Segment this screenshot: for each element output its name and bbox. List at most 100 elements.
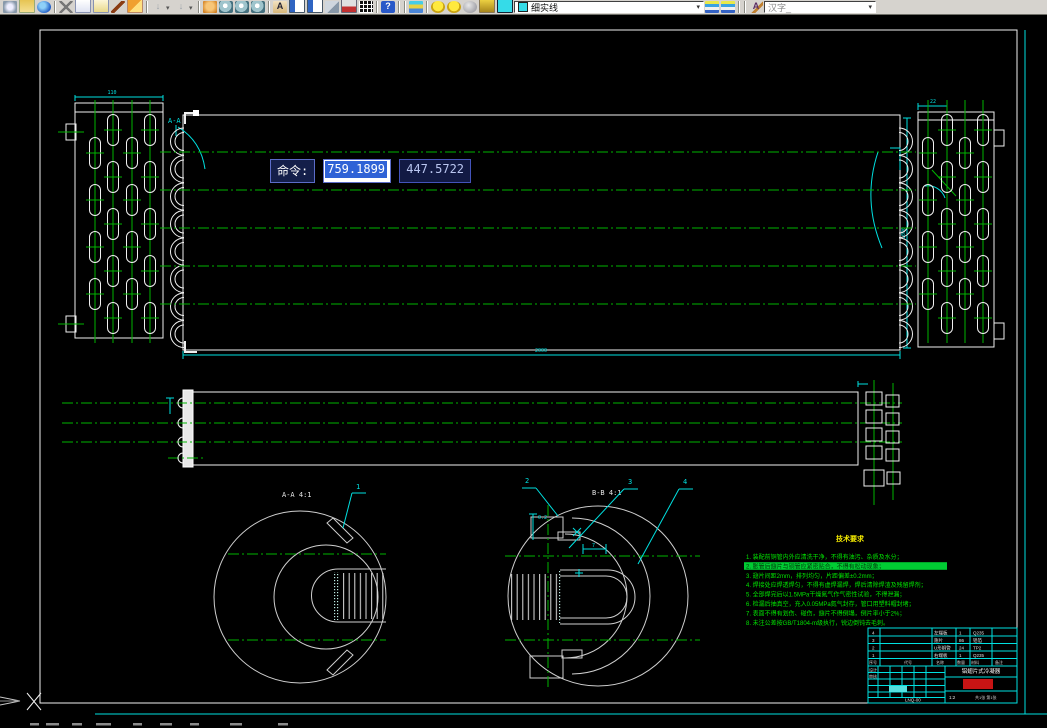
- tech-line: 1. 装配前铜管内外应清洗干净，不得有油污、杂质及水分；: [746, 553, 903, 561]
- u-bend-left: [170, 320, 185, 348]
- technical-requirements: 技术要求 1. 装配前铜管内外应清洗干净，不得有油污、杂质及水分；2. 胀管后翅…: [744, 534, 947, 627]
- u-bend-left: [170, 237, 185, 266]
- bom-header-cell: 数量: [957, 659, 965, 665]
- selected-cell: [889, 686, 907, 692]
- bom-material: 铝箔: [973, 637, 982, 644]
- u-bend-right: [898, 127, 913, 156]
- tech-line: 8. 未注公差按GB/T1804-m级执行，锐边倒钝去毛刺。: [746, 619, 889, 627]
- cut-icon[interactable]: [59, 1, 73, 13]
- u-bend-right: [898, 155, 913, 183]
- y-coordinate-input[interactable]: 447.5722: [399, 159, 472, 183]
- bulb2-icon[interactable]: [447, 1, 461, 13]
- help-icon[interactable]: ?: [381, 1, 395, 13]
- pan-icon[interactable]: [203, 1, 217, 13]
- toolbar-separator: [268, 1, 270, 13]
- style-icon[interactable]: A: [749, 1, 763, 13]
- layer-combo[interactable]: 细实线 ▾: [514, 1, 704, 13]
- u-bend-left: [170, 292, 185, 321]
- toolbar-separator: [426, 1, 428, 13]
- paste-icon[interactable]: [19, 0, 35, 13]
- dropdown-caret-icon[interactable]: ▾: [868, 3, 872, 11]
- redo-icon[interactable]: ↓: [174, 1, 188, 13]
- paste2-icon[interactable]: [93, 0, 109, 13]
- undo-icon[interactable]: ↓: [151, 1, 165, 13]
- toolbar-separator: [54, 1, 56, 13]
- field-designed: 设计: [869, 667, 877, 673]
- dim-bb-wall: 0.2: [538, 515, 547, 521]
- plot-icon[interactable]: [341, 0, 357, 13]
- layer-combo-value: 细实线: [531, 2, 559, 13]
- bom-qty: 1: [959, 631, 962, 636]
- table-icon[interactable]: [359, 1, 373, 13]
- cad-drawing[interactable]: 110 A-A 2000 1000 22 A-A 4:1 1 B-B 4:1 0…: [0, 0, 1047, 728]
- find-icon[interactable]: A: [273, 1, 287, 13]
- x-coordinate-input[interactable]: 759.1899: [323, 159, 392, 183]
- style-combo-value: 汉字_: [768, 2, 792, 13]
- field-scale: 1:2: [949, 695, 956, 700]
- toolbar-separator: [198, 1, 200, 13]
- u-bend-right: [898, 320, 913, 348]
- right-endplate-view: 22: [917, 99, 1005, 348]
- bulb-icon[interactable]: [431, 1, 445, 13]
- layerstack-icon[interactable]: [705, 1, 719, 13]
- u-bend-right: [898, 292, 913, 321]
- crosshair-cursor: [26, 692, 42, 711]
- toolbar-separator: [376, 1, 378, 13]
- toolbar-separator: [398, 1, 400, 13]
- bom-material: TP2: [973, 646, 982, 651]
- field-sheet: 共1张 第1张: [975, 694, 997, 700]
- ball-icon[interactable]: [463, 1, 477, 13]
- zoomin-icon[interactable]: [219, 1, 233, 13]
- leader-4: 4: [683, 478, 687, 486]
- section-label-aa: A-A 4:1: [282, 491, 312, 499]
- tech-line: 3. 翅片间距2mm，排列均匀，片距偏差±0.2mm；: [746, 572, 878, 580]
- toolbar: ↓ ▾ ↓ ▾ A? 细实线 ▾ A 汉字_ ▾: [0, 0, 1047, 15]
- u-bend-right: [898, 237, 913, 266]
- copy-icon[interactable]: [75, 0, 91, 13]
- bom-seq: 4: [872, 631, 875, 636]
- drawing-number: LNQ-00: [905, 698, 921, 703]
- bom-material: Q235: [973, 653, 985, 658]
- layers-icon[interactable]: [409, 1, 423, 13]
- lock-icon[interactable]: [479, 0, 495, 13]
- panel-icon[interactable]: [289, 0, 305, 13]
- brush-icon[interactable]: [127, 0, 143, 13]
- bom-seq: 1: [872, 653, 875, 658]
- leader-2: 2: [525, 477, 529, 485]
- tech-line: 7. 表面不得有划伤、碰伤，翅片不得倒塌，倒片率小于2%；: [746, 609, 905, 617]
- partial-icon[interactable]: [3, 1, 17, 13]
- pen-icon[interactable]: [111, 1, 125, 13]
- bom-qty: 86: [959, 638, 965, 643]
- panel2-icon[interactable]: [307, 0, 323, 13]
- toolbar-separator: [404, 1, 406, 13]
- detail-view-bb: B-B 4:1 0.2 7 2 3 4: [505, 477, 700, 690]
- bom-name: 左端板: [934, 630, 948, 637]
- dim-side-top: 110: [107, 90, 116, 96]
- cad-application-window: ↓ ▾ ↓ ▾ A? 细实线 ▾ A 汉字_ ▾ 110 A-A 2000 10…: [0, 0, 1047, 728]
- dropdown-caret-icon[interactable]: ▾: [696, 3, 700, 11]
- bom-seq: 2: [872, 646, 875, 651]
- bom-header-cell: 备注: [995, 659, 1003, 665]
- globe-icon[interactable]: [37, 1, 51, 13]
- command-input-box: 命令: 759.1899 447.5722: [270, 159, 472, 183]
- toolbar-separator: [744, 1, 746, 13]
- dropdown-caret-icon[interactable]: ▾: [189, 4, 196, 12]
- zoomprev-icon[interactable]: [251, 1, 265, 13]
- bom-name: 翅片: [934, 637, 943, 644]
- leader-3: 3: [628, 478, 632, 486]
- u-bend-left: [170, 155, 185, 183]
- style-combo[interactable]: 汉字_ ▾: [764, 1, 876, 13]
- title-block: 4 左端板 1 Q235 3 翅片 86 铝箔 2 U形铜管 24 TP2 1 右端板 1 Q235 序号 代号 名…: [867, 627, 1018, 704]
- layerstack2-icon[interactable]: [721, 1, 735, 13]
- zoomwin-icon[interactable]: [235, 1, 249, 13]
- tech-line: 2. 胀管后翅片与铜管应紧密贴合，不得有松动现象；: [746, 562, 885, 570]
- grip-point: [193, 110, 199, 116]
- leader-1: 1: [356, 483, 360, 491]
- chip-icon[interactable]: [497, 0, 513, 13]
- dropdown-caret-icon[interactable]: ▾: [166, 4, 173, 12]
- u-bend-left: [170, 265, 185, 293]
- render-icon[interactable]: [325, 1, 339, 13]
- bom-qty: 24: [959, 646, 965, 651]
- u-bend-right: [898, 265, 913, 293]
- command-label: 命令:: [270, 159, 316, 183]
